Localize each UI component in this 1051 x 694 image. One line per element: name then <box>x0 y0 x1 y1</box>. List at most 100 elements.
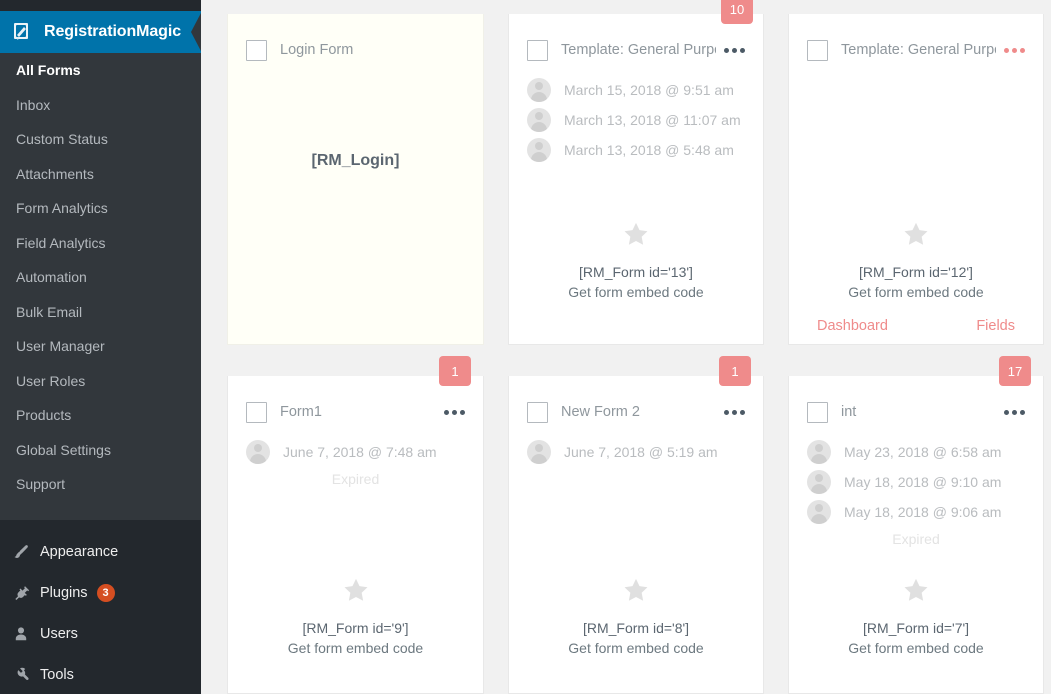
sidebar-item-global-settings[interactable]: Global Settings <box>0 433 201 468</box>
form-entry-date: March 15, 2018 @ 9:51 am <box>564 82 734 98</box>
get-embed-code-link[interactable]: Get form embed code <box>228 640 483 656</box>
form-options-menu-icon[interactable] <box>996 47 1025 53</box>
favorite-star-icon[interactable] <box>509 220 763 254</box>
sidebar-item-label: Field Analytics <box>16 234 106 251</box>
form-title[interactable]: int <box>841 404 996 420</box>
form-entry-row[interactable]: May 18, 2018 @ 9:10 am <box>807 467 1025 497</box>
sidebar-item-label: Products <box>16 407 72 424</box>
sidebar-item-user-roles[interactable]: User Roles <box>0 364 201 399</box>
sidebar-item-label: Appearance <box>40 543 119 560</box>
form-select-checkbox[interactable] <box>246 401 267 423</box>
sidebar-item-form-analytics[interactable]: Form Analytics <box>0 191 201 226</box>
form-link-dashboard[interactable]: Dashboard <box>817 318 888 334</box>
forms-grid: Login Form [RM_Login] 10 Template: General … <box>201 0 1051 694</box>
sidebar-item-products[interactable]: Products <box>0 398 201 433</box>
form-entry-count-badge: 10 <box>721 0 753 24</box>
form-options-menu-icon[interactable] <box>716 47 745 53</box>
form-options-menu-icon[interactable] <box>716 409 745 415</box>
form-entry-count-badge: 17 <box>999 356 1031 386</box>
form-card[interactable]: New Form 2 June 7, 2018 @ 5:19 am [RM_Form… <box>508 376 764 694</box>
sidebar-item-attachments[interactable]: Attachments <box>0 157 201 192</box>
avatar <box>527 440 551 464</box>
sidebar-item-label: Plugins <box>40 584 88 601</box>
form-select-checkbox[interactable] <box>246 39 267 61</box>
sidebar-item-inbox[interactable]: Inbox <box>0 88 201 123</box>
sidebar-item-custom-status[interactable]: Custom Status <box>0 122 201 157</box>
form-entry-date: May 23, 2018 @ 6:58 am <box>844 444 1002 460</box>
form-entry-row[interactable]: June 7, 2018 @ 7:48 am <box>246 437 465 467</box>
get-embed-code-link[interactable]: Get form embed code <box>789 640 1043 656</box>
sidebar-item-label: Automation <box>16 269 87 286</box>
sidebar-item-bulk-email[interactable]: Bulk Email <box>0 295 201 330</box>
form-shortcode-block: [RM_Form id='13'] Get form embed code <box>509 220 763 300</box>
form-shortcode-block: [RM_Form id='7'] Get form embed code <box>789 576 1043 656</box>
form-select-checkbox[interactable] <box>527 39 548 61</box>
form-entries-list: June 7, 2018 @ 7:48 am <box>228 428 483 467</box>
form-entry-row[interactable]: June 7, 2018 @ 5:19 am <box>527 437 745 467</box>
form-shortcode: [RM_Form id='8'] <box>582 620 690 636</box>
sidebar-item-appearance[interactable]: Appearance <box>0 531 201 572</box>
sidebar-item-all-forms[interactable]: All Forms <box>0 53 201 88</box>
sidebar-item-tools[interactable]: Tools <box>0 654 201 694</box>
form-shortcode: [RM_Form id='7'] <box>862 620 970 636</box>
sidebar-item-support[interactable]: Support <box>0 467 201 502</box>
form-entry-count-badge: 1 <box>439 356 471 386</box>
form-title[interactable]: Template: General Purpo... <box>841 42 996 58</box>
avatar <box>527 108 551 132</box>
form-shortcode-block: [RM_Form id='12'] Get form embed code <box>789 220 1043 300</box>
form-entries-list: May 23, 2018 @ 6:58 am May 18, 2018 @ 9:1… <box>789 428 1043 527</box>
form-entries-list: June 7, 2018 @ 5:19 am <box>509 428 763 467</box>
favorite-star-icon[interactable] <box>789 576 1043 610</box>
get-embed-code-link[interactable]: Get form embed code <box>789 284 1043 300</box>
sidebar-item-label: User Roles <box>16 372 86 389</box>
form-entry-row[interactable]: March 15, 2018 @ 9:51 am <box>527 75 745 105</box>
sidebar-item-badge: 3 <box>96 583 115 602</box>
favorite-star-icon[interactable] <box>228 576 483 610</box>
form-expired-label: Expired <box>892 531 940 547</box>
form-shortcode-block: [RM_Form id='9'] Get form embed code <box>228 576 483 656</box>
sidebar-item-label: Support <box>16 476 66 493</box>
form-entry-row[interactable]: March 13, 2018 @ 5:48 am <box>527 135 745 165</box>
sidebar-item-user-manager[interactable]: User Manager <box>0 329 201 364</box>
form-select-checkbox[interactable] <box>807 39 828 61</box>
sidebar-item-plugins[interactable]: Plugins 3 <box>0 572 201 613</box>
form-entry-row[interactable]: March 13, 2018 @ 11:07 am <box>527 105 745 135</box>
form-card-header: Template: General Purpo... <box>789 14 1043 66</box>
get-embed-code-link[interactable]: Get form embed code <box>509 284 763 300</box>
favorite-star-icon[interactable] <box>789 220 1043 254</box>
sidebar-item-automation[interactable]: Automation <box>0 260 201 295</box>
form-title[interactable]: Form1 <box>280 404 436 420</box>
brand-label: RegistrationMagic <box>44 23 181 40</box>
form-entry-date: May 18, 2018 @ 9:06 am <box>844 504 1002 520</box>
form-shortcode: [RM_Form id='9'] <box>302 620 409 636</box>
sidebar-item-field-analytics[interactable]: Field Analytics <box>0 226 201 261</box>
sidebar: RegistrationMagic All Forms Inbox Custom S… <box>0 0 202 694</box>
form-select-checkbox[interactable] <box>807 401 828 423</box>
avatar <box>807 500 831 524</box>
form-card[interactable]: int May 23, 2018 @ 6:58 am May 18, 2018 @ … <box>788 376 1044 694</box>
wordpress-menu: Appearance Plugins 3 Users Tools <box>0 531 201 694</box>
sidebar-item-users[interactable]: Users <box>0 613 201 654</box>
form-card-links: Dashboard Fields <box>789 318 1043 334</box>
form-card[interactable]: Login Form [RM_Login] <box>227 14 484 345</box>
form-card[interactable]: Template: General Purpo... [RM_Form id='1… <box>788 14 1044 345</box>
form-options-menu-icon[interactable] <box>436 409 465 415</box>
form-title[interactable]: Template: General Purpo... <box>561 42 716 58</box>
form-entry-date: June 7, 2018 @ 5:19 am <box>564 444 718 460</box>
form-title[interactable]: New Form 2 <box>561 404 716 420</box>
get-embed-code-link[interactable]: Get form embed code <box>509 640 763 656</box>
menu-divider <box>0 520 201 531</box>
form-card[interactable]: Template: General Purpo... March 15, 2018… <box>508 14 764 345</box>
plug-icon <box>12 584 38 602</box>
form-entry-row[interactable]: May 23, 2018 @ 6:58 am <box>807 437 1025 467</box>
app-root: RegistrationMagic All Forms Inbox Custom S… <box>0 0 1051 694</box>
form-select-checkbox[interactable] <box>527 401 548 423</box>
form-card[interactable]: Form1 June 7, 2018 @ 7:48 am Expired [RM_Fo… <box>227 376 484 694</box>
avatar <box>246 440 270 464</box>
form-title[interactable]: Login Form <box>280 42 465 58</box>
form-entry-row[interactable]: May 18, 2018 @ 9:06 am <box>807 497 1025 527</box>
favorite-star-icon[interactable] <box>509 576 763 610</box>
form-options-menu-icon[interactable] <box>996 409 1025 415</box>
form-link-fields[interactable]: Fields <box>976 318 1015 334</box>
brand-header[interactable]: RegistrationMagic <box>0 11 202 53</box>
